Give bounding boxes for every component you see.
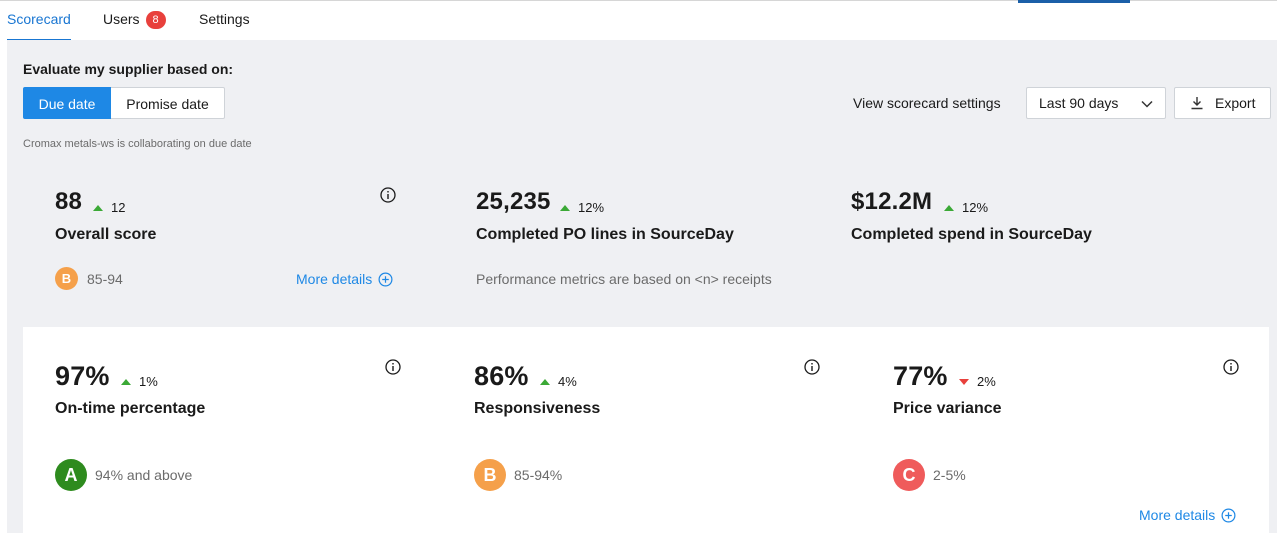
view-scorecard-settings-link[interactable]: View scorecard settings <box>853 95 1001 111</box>
date-range-select[interactable]: Last 90 days <box>1026 87 1166 119</box>
chevron-down-icon <box>1141 97 1153 113</box>
responsiveness-grade-range: 85-94% <box>514 467 563 483</box>
on-time-value: 97% <box>55 361 110 391</box>
date-range-value: Last 90 days <box>1039 95 1119 111</box>
tab-settings[interactable]: Settings <box>199 11 250 27</box>
overall-more-details-link[interactable]: More details <box>296 271 393 287</box>
evaluate-toggle: Due date Promise date <box>23 87 225 119</box>
users-count-badge: 8 <box>145 11 166 29</box>
overall-grade-range: 85-94 <box>87 271 123 287</box>
on-time-grade-badge: A <box>55 459 87 491</box>
triangle-down-icon <box>959 379 969 385</box>
price-variance-grade-badge: C <box>893 459 925 491</box>
price-variance-delta: 2% <box>959 374 996 389</box>
responsiveness-value: 86% <box>474 361 529 391</box>
triangle-up-icon <box>944 205 954 211</box>
collaboration-note: Cromax metals-ws is collaborating on due… <box>23 138 252 150</box>
performance-note: Performance metrics are based on <n> rec… <box>476 271 772 287</box>
responsiveness-label: Responsiveness <box>474 400 601 417</box>
spend-value: $12.2M <box>851 188 933 215</box>
export-label: Export <box>1215 95 1256 111</box>
on-time-label: On-time percentage <box>55 400 206 417</box>
responsiveness-grade-badge: B <box>474 459 506 491</box>
promise-date-button[interactable]: Promise date <box>111 87 225 119</box>
metrics-card: 97% 1% On-time percentage A 94% and abov… <box>23 327 1269 533</box>
export-button[interactable]: Export <box>1174 87 1271 119</box>
info-icon[interactable] <box>804 359 820 375</box>
overall-score-delta: 12 <box>93 200 125 215</box>
po-lines-delta: 12% <box>560 200 604 215</box>
info-icon[interactable] <box>1223 359 1239 375</box>
on-time-delta: 1% <box>121 374 158 389</box>
price-variance-label: Price variance <box>893 400 1002 417</box>
price-variance-grade-range: 2-5% <box>933 467 966 483</box>
plus-circle-icon <box>1221 508 1236 523</box>
overall-score-label: Overall score <box>55 226 157 243</box>
tab-scorecard[interactable]: Scorecard <box>7 11 71 27</box>
po-lines-value: 25,235 <box>476 188 551 215</box>
info-icon[interactable] <box>385 359 401 375</box>
triangle-up-icon <box>540 379 550 385</box>
metrics-more-details-link[interactable]: More details <box>1139 507 1236 523</box>
tab-users-label: Users <box>103 11 140 27</box>
due-date-button[interactable]: Due date <box>23 87 111 119</box>
overall-grade-badge: B <box>55 267 78 290</box>
triangle-up-icon <box>560 205 570 211</box>
tab-bar: Scorecard Users 8 Settings <box>0 1 1277 41</box>
po-lines-label: Completed PO lines in SourceDay <box>476 226 734 243</box>
on-time-grade-range: 94% and above <box>95 467 193 483</box>
price-variance-value: 77% <box>893 361 948 391</box>
info-icon[interactable] <box>380 187 396 203</box>
spend-label: Completed spend in SourceDay <box>851 226 1092 243</box>
plus-circle-icon <box>378 272 393 287</box>
overall-score-value: 88 <box>55 188 83 215</box>
download-icon <box>1190 96 1204 113</box>
triangle-up-icon <box>121 379 131 385</box>
tab-users[interactable]: Users 8 <box>103 11 166 29</box>
responsiveness-delta: 4% <box>540 374 577 389</box>
scorecard-panel: Evaluate my supplier based on: Due date … <box>7 40 1277 533</box>
triangle-up-icon <box>93 205 103 211</box>
spend-delta: 12% <box>944 200 988 215</box>
evaluate-label: Evaluate my supplier based on: <box>23 61 234 77</box>
